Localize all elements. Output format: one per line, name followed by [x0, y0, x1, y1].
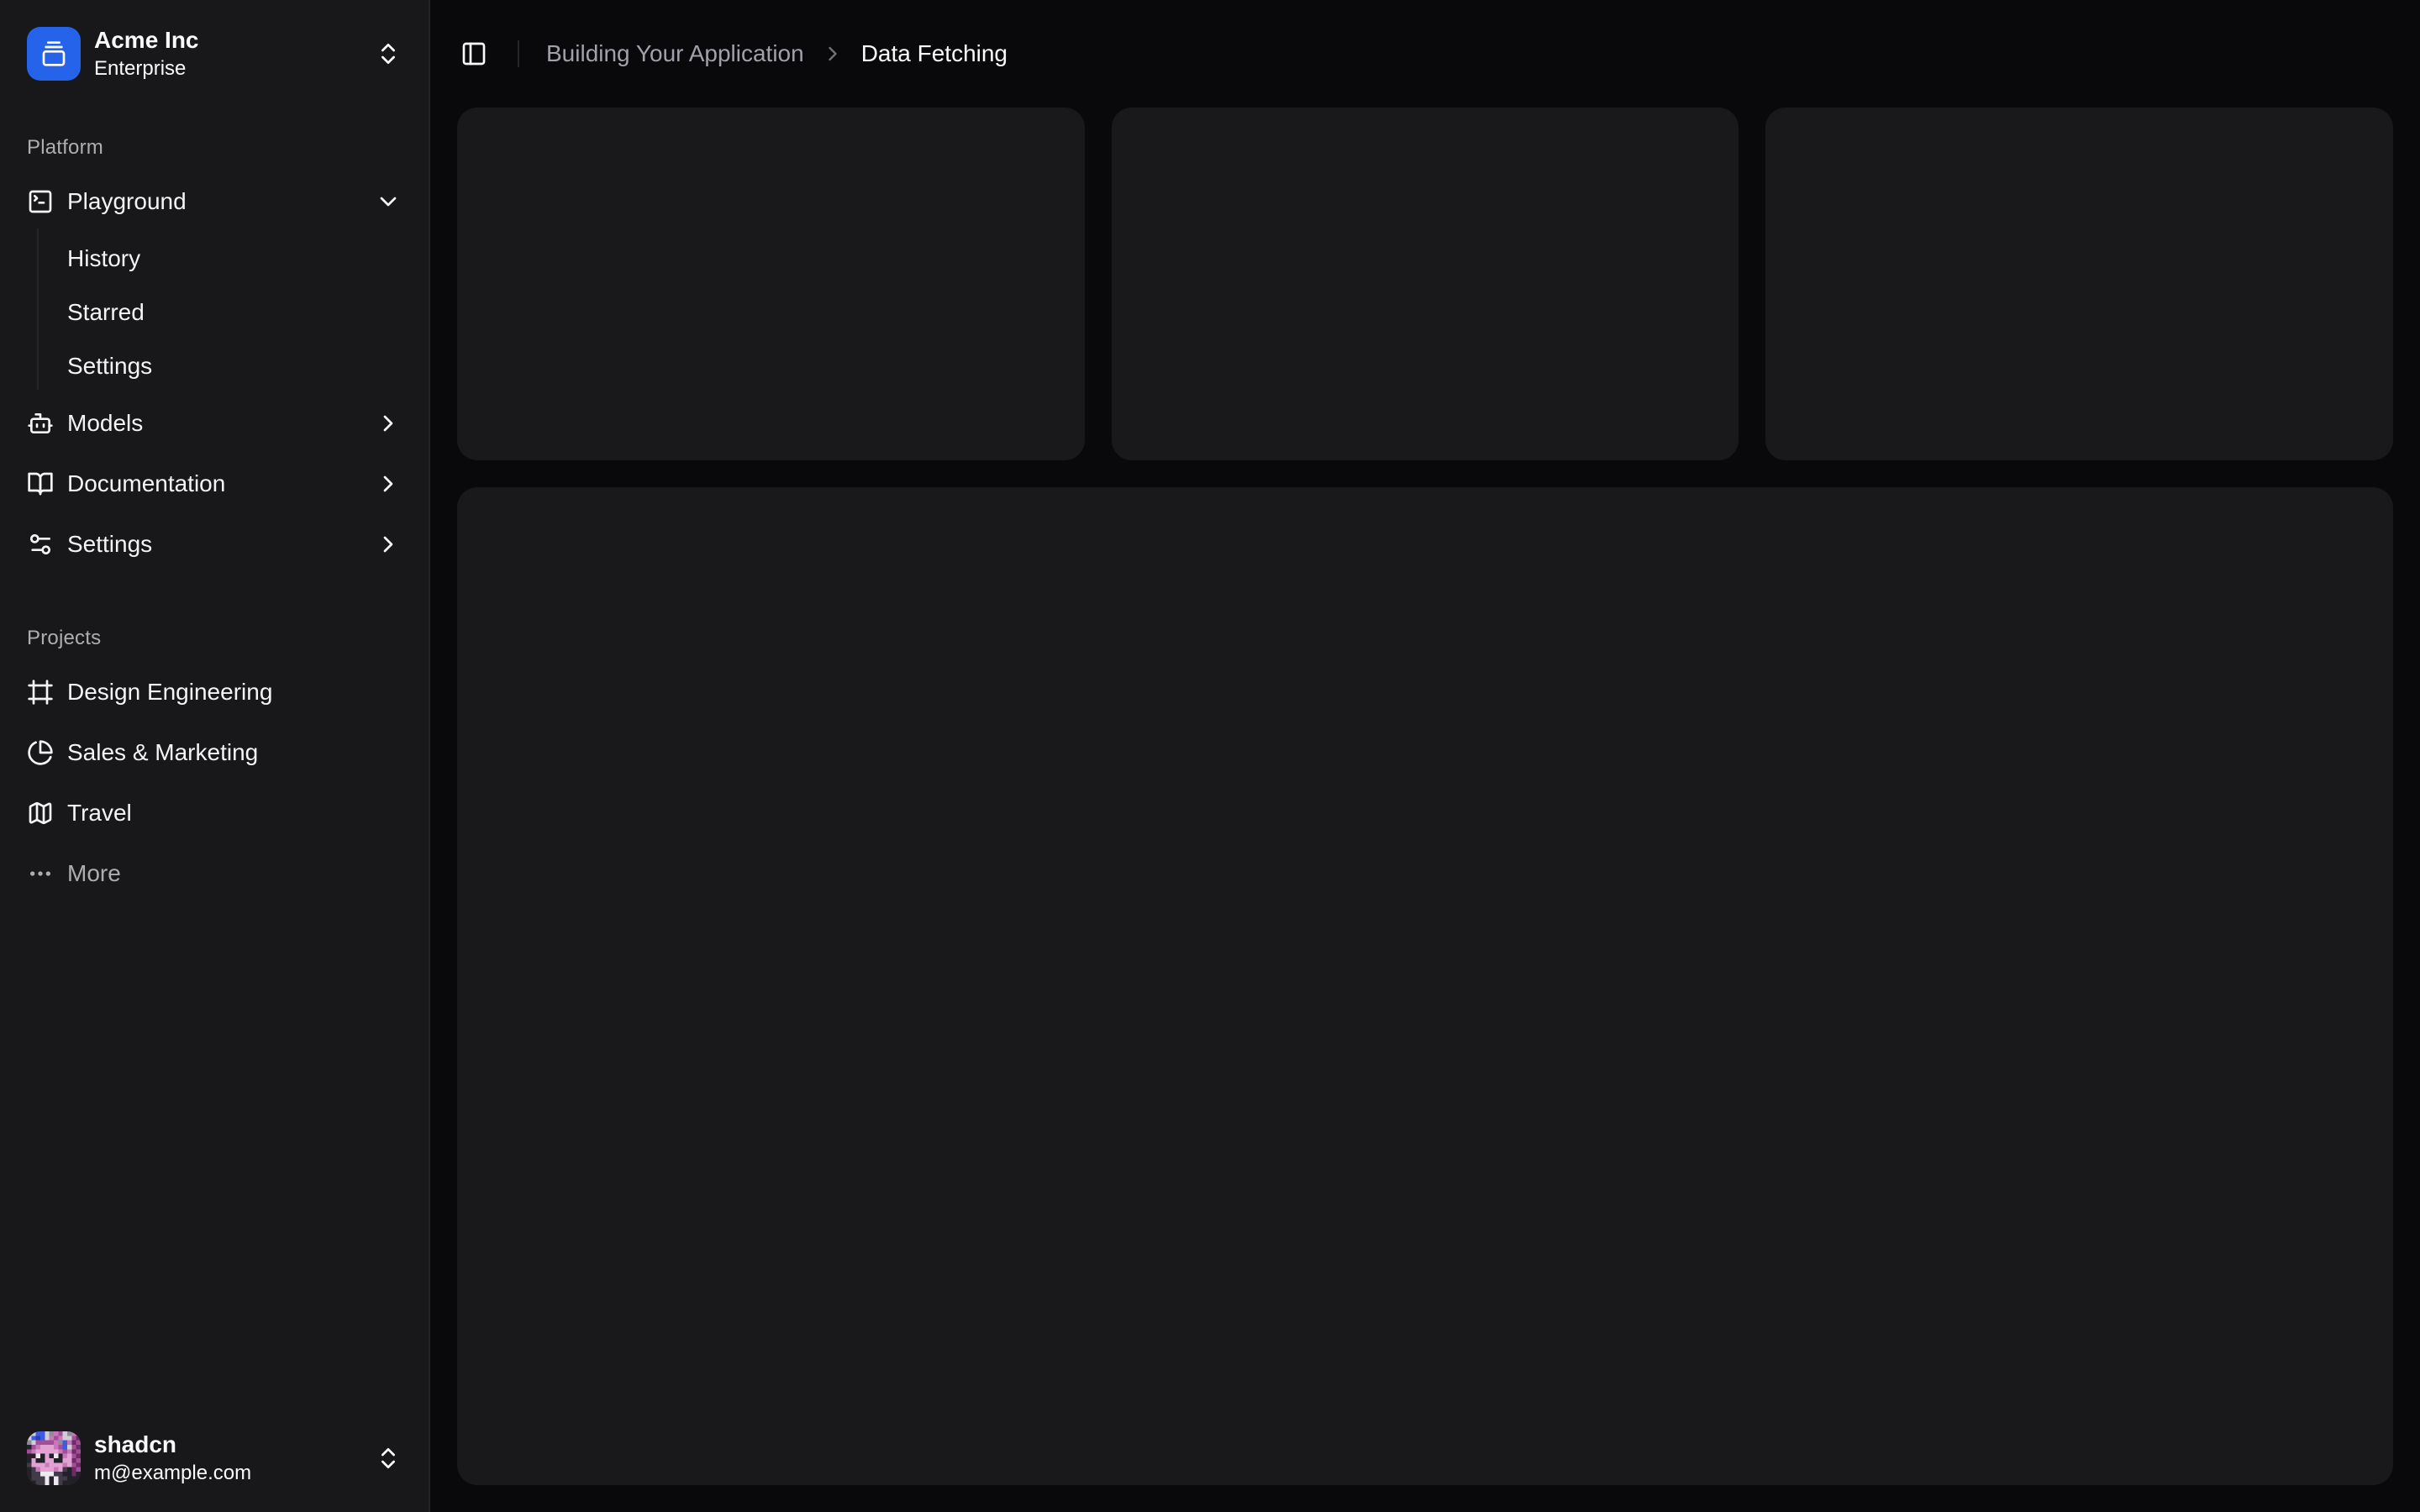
sidebar-item-travel[interactable]: Travel [13, 786, 415, 840]
chevrons-up-down-icon [375, 1445, 402, 1472]
sidebar-item-more[interactable]: More [13, 847, 415, 900]
app-root: Acme Inc Enterprise Platform Playground [0, 0, 2420, 1512]
settings-2-icon [27, 531, 54, 558]
team-switcher-button[interactable]: Acme Inc Enterprise [13, 13, 415, 94]
sidebar-item-label: Models [67, 410, 143, 437]
submenu-item: Settings [54, 343, 415, 390]
placeholder-card [457, 108, 1085, 460]
menu-item: Design Engineering [13, 665, 415, 719]
placeholder-card [1112, 108, 1739, 460]
submenu-item: History [54, 235, 415, 282]
team-info: Acme Inc Enterprise [94, 27, 361, 81]
ellipsis-icon [27, 860, 54, 887]
content [430, 108, 2420, 1512]
sidebar-item-playground[interactable]: Playground [13, 175, 415, 228]
header: Building Your Application Data Fetching [430, 0, 2420, 108]
group-label-projects: Projects [13, 612, 415, 665]
menu-item: Travel [13, 786, 415, 840]
chevron-right-icon [375, 531, 402, 558]
sidebar-item-label: More [67, 860, 121, 887]
sidebar-toggle-button[interactable] [450, 30, 497, 77]
chevrons-up-down-icon [375, 40, 402, 67]
cards-row [457, 108, 2393, 460]
projects-menu: Design Engineering Sales & Marketing [13, 665, 415, 900]
sidebar-item-label: Settings [67, 531, 152, 558]
gallery-vertical-end-icon [27, 27, 81, 81]
book-open-icon [27, 470, 54, 497]
user-info: shadcn m@example.com [94, 1431, 361, 1485]
square-terminal-icon [27, 188, 54, 215]
placeholder-panel [457, 487, 2393, 1485]
user-name: shadcn [94, 1431, 361, 1458]
sidebar-footer: shadcn m@example.com [13, 1418, 415, 1499]
map-icon [27, 800, 54, 827]
user-avatar [27, 1431, 81, 1485]
main-area: Building Your Application Data Fetching [430, 0, 2420, 1512]
team-name: Acme Inc [94, 27, 361, 54]
menu-item: Documentation [13, 457, 415, 511]
sidebar-group-projects: Projects Design Engineering [13, 585, 415, 914]
group-label-platform: Platform [13, 121, 415, 175]
frame-icon [27, 679, 54, 706]
chevron-right-icon [375, 470, 402, 497]
chevron-down-icon [375, 188, 402, 215]
sidebar-item-settings[interactable]: Settings [13, 517, 415, 571]
sidebar-group-platform: Platform Playground History [13, 94, 415, 585]
submenu-item: Starred [54, 289, 415, 336]
chevron-right-icon [375, 410, 402, 437]
sidebar-item-label: Playground [67, 188, 187, 215]
sidebar-subitem-starred[interactable]: Starred [54, 289, 415, 336]
sidebar-item-sales-marketing[interactable]: Sales & Marketing [13, 726, 415, 780]
menu-item: Sales & Marketing [13, 726, 415, 780]
sidebar-item-label: Design Engineering [67, 679, 272, 706]
platform-menu: Playground History Starred Set [13, 175, 415, 571]
breadcrumb: Building Your Application Data Fetching [546, 40, 1007, 67]
menu-item: Models [13, 396, 415, 450]
sidebar-item-label: Sales & Marketing [67, 739, 258, 766]
sidebar-item-label: Travel [67, 800, 132, 827]
breadcrumb-link[interactable]: Building Your Application [546, 40, 804, 67]
sidebar-item-models[interactable]: Models [13, 396, 415, 450]
user-email: m@example.com [94, 1462, 361, 1485]
sidebar-item-documentation[interactable]: Documentation [13, 457, 415, 511]
user-menu-button[interactable]: shadcn m@example.com [13, 1418, 415, 1499]
panel-left-icon [460, 40, 487, 67]
breadcrumb-page: Data Fetching [861, 40, 1007, 67]
sidebar-subitem-history[interactable]: History [54, 235, 415, 282]
menu-item: Playground History Starred Set [13, 175, 415, 390]
menu-item: More [13, 847, 415, 900]
sidebar-item-label: Documentation [67, 470, 225, 497]
sidebar: Acme Inc Enterprise Platform Playground [0, 0, 430, 1512]
sidebar-subitem-settings[interactable]: Settings [54, 343, 415, 390]
menu-item: Settings [13, 517, 415, 571]
placeholder-card [1765, 108, 2393, 460]
playground-submenu: History Starred Settings [37, 228, 415, 390]
breadcrumb-chevron-icon [821, 42, 844, 66]
chart-pie-icon [27, 739, 54, 766]
sidebar-item-design-engineering[interactable]: Design Engineering [13, 665, 415, 719]
header-separator [518, 40, 519, 67]
team-plan: Enterprise [94, 57, 361, 81]
bot-icon [27, 410, 54, 437]
